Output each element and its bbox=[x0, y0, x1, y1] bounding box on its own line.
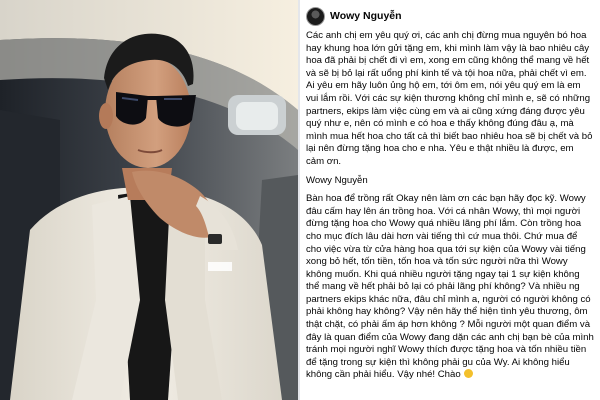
man-in-airplane-cabin-photo bbox=[0, 0, 298, 400]
author-name[interactable]: Wowy Nguyễn bbox=[330, 10, 402, 22]
profile-avatar[interactable] bbox=[306, 6, 325, 26]
social-post: Wowy Nguyễn Các anh chị em yêu quý ơi, c… bbox=[300, 0, 600, 400]
photo-panel bbox=[0, 0, 298, 400]
post-header: Wowy Nguyễn bbox=[306, 6, 594, 26]
post-paragraph-1: Các anh chị em yêu quý ơi, các anh chị đ… bbox=[306, 30, 593, 167]
smile-emoji-icon bbox=[464, 369, 474, 379]
post-signature: Wowy Nguyễn bbox=[306, 174, 368, 186]
post-paragraph-2: Bàn hoa để trồng rất Okay nên làm ơn các… bbox=[306, 193, 594, 382]
post-body: Các anh chị em yêu quý ơi, các anh chị đ… bbox=[306, 30, 594, 382]
post-paragraph-2-text: Bàn hoa để trồng rất Okay nên làm ơn các… bbox=[306, 193, 594, 381]
